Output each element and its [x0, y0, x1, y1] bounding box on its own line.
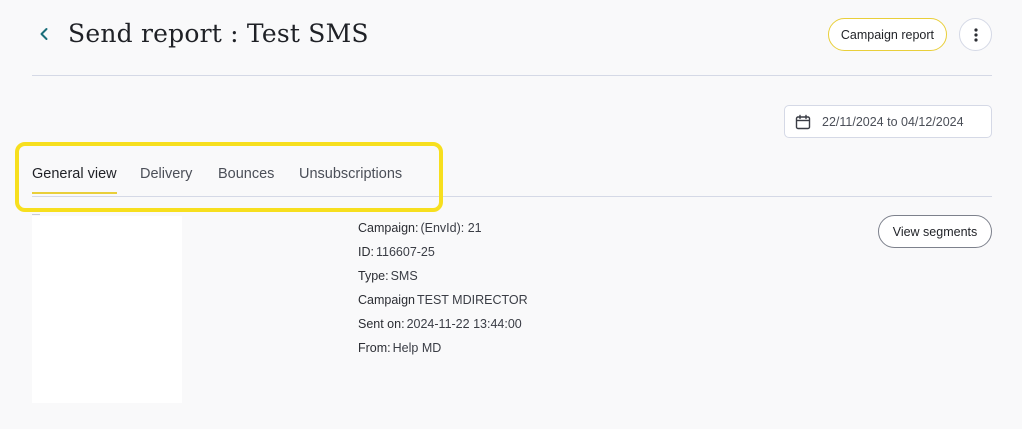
- info-value: SMS: [390, 269, 418, 283]
- info-value: (EnvId): 21: [420, 221, 482, 235]
- info-label: From:: [358, 341, 391, 355]
- page-title: Send report : Test SMS: [68, 19, 369, 48]
- campaign-report-button[interactable]: Campaign report: [827, 18, 947, 51]
- info-row-sent-on: Sent on: 2024-11-22 13:44:00: [358, 312, 528, 336]
- date-range-value: 22/11/2024 to 04/12/2024: [822, 114, 964, 129]
- info-label: Campaign:: [358, 221, 419, 235]
- info-value: 116607-25: [375, 245, 435, 259]
- info-row-from: From: Help MD: [358, 336, 528, 360]
- date-range-picker[interactable]: 22/11/2024 to 04/12/2024: [784, 105, 992, 138]
- info-row-campaign: Campaign: (EnvId): 21: [358, 216, 528, 240]
- info-value: 2024-11-22 13:44:00: [406, 317, 522, 331]
- info-row-campaign-name: Campaign TEST MDIRECTOR: [358, 288, 528, 312]
- chevron-left-icon: [40, 28, 48, 40]
- message-preview: [32, 216, 182, 403]
- info-value: Help MD: [392, 341, 442, 355]
- view-segments-button[interactable]: View segments: [878, 215, 992, 248]
- info-label: Type:: [358, 269, 389, 283]
- calendar-icon: [795, 114, 811, 129]
- tabs-highlight-outline: [15, 142, 443, 212]
- page-header: Send report : Test SMS Campaign report: [32, 0, 992, 76]
- vertical-dots-icon: [973, 27, 978, 42]
- info-row-type: Type: SMS: [358, 264, 528, 288]
- info-row-id: ID: 116607-25: [358, 240, 528, 264]
- back-button[interactable]: [32, 22, 56, 46]
- info-label: Campaign: [358, 293, 415, 307]
- preview-marker: [32, 214, 40, 215]
- info-label: ID:: [358, 245, 374, 259]
- send-report-page: Send report : Test SMS Campaign report 2…: [0, 0, 1022, 429]
- campaign-info: Campaign: (EnvId): 21 ID: 116607-25 Type…: [358, 216, 528, 360]
- info-label: Sent on:: [358, 317, 405, 331]
- info-value: TEST MDIRECTOR: [416, 293, 528, 307]
- more-options-button[interactable]: [959, 18, 992, 51]
